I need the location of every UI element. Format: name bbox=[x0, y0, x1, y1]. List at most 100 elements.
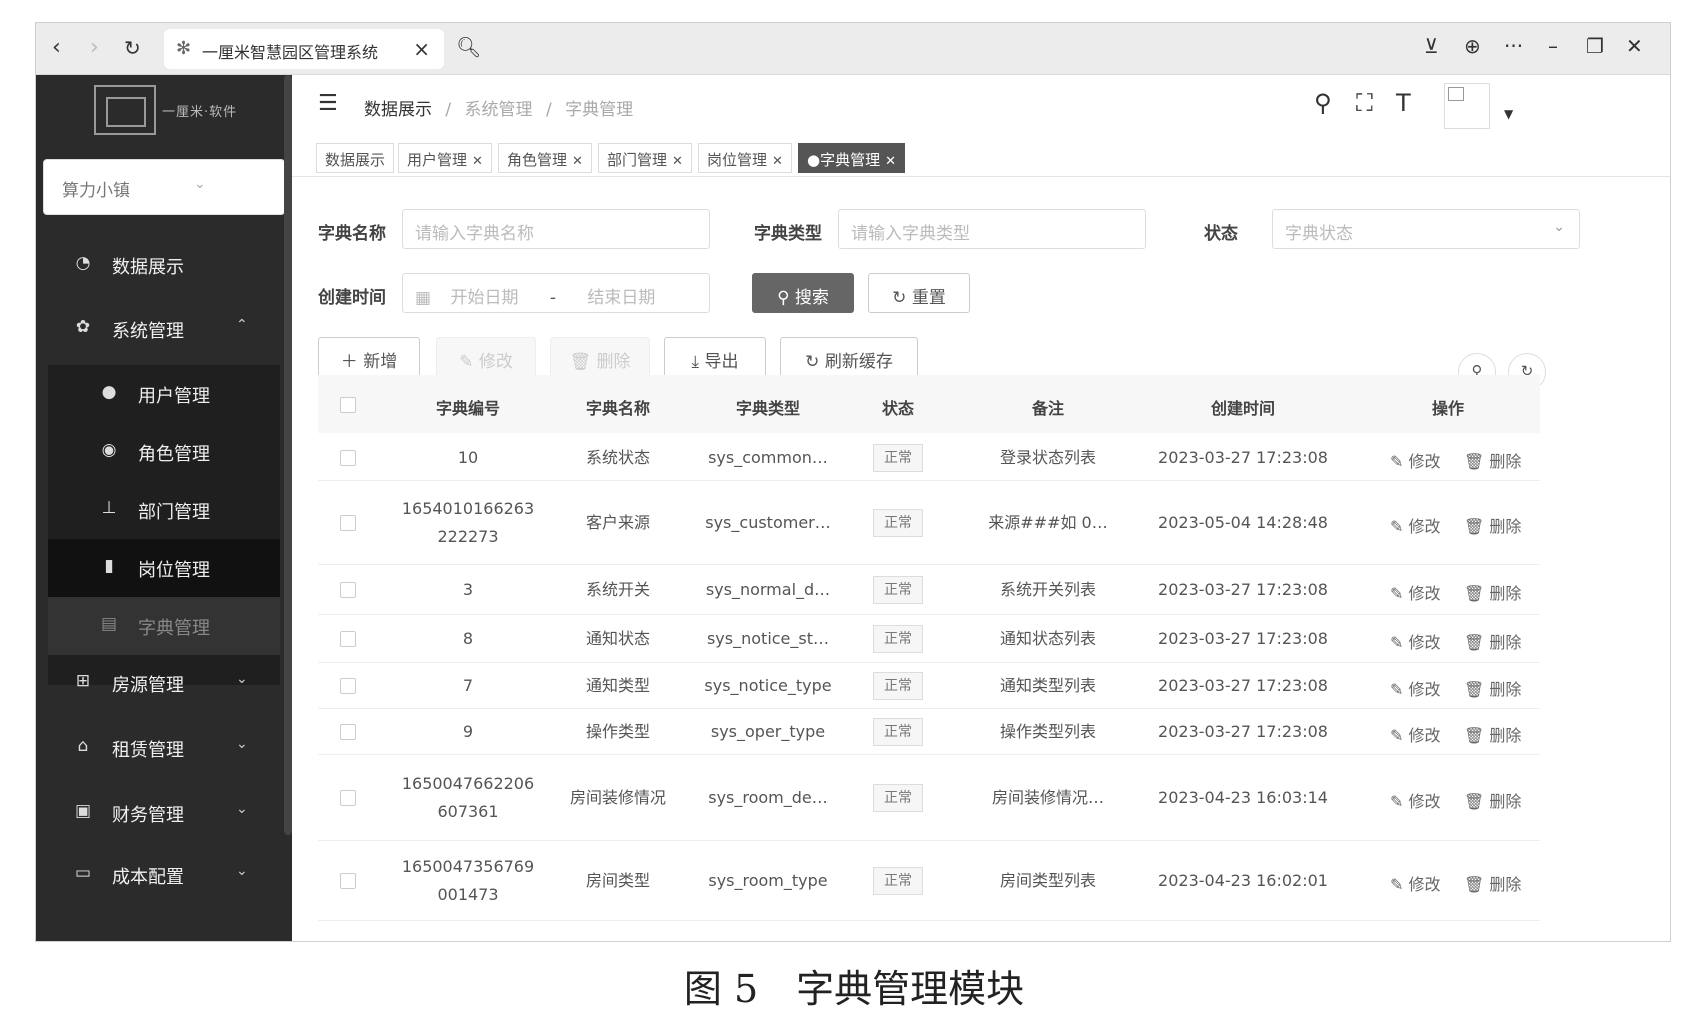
reset-button[interactable]: ↻ 重置 bbox=[868, 273, 970, 313]
globe-icon[interactable]: ⊕ bbox=[1464, 34, 1481, 58]
row-edit-button[interactable]: ✎ 修改 bbox=[1390, 676, 1441, 700]
sidebar-item-system[interactable]: ✿ 系统管理 ⌃ bbox=[36, 299, 292, 359]
reset-button-label: 重置 bbox=[911, 288, 946, 308]
row-edit-button[interactable]: ✎ 修改 bbox=[1390, 513, 1441, 537]
avatar[interactable] bbox=[1444, 83, 1490, 129]
sidebar-scrollbar[interactable] bbox=[284, 75, 292, 835]
row-delete-button[interactable]: 🗑︎ 删除 bbox=[1464, 629, 1521, 653]
row-delete-button[interactable]: 🗑︎ 删除 bbox=[1464, 676, 1521, 700]
tab-close-icon[interactable]: × bbox=[413, 37, 430, 61]
sidebar-item-dashboard[interactable]: ◔ 数据展示 bbox=[36, 235, 292, 295]
row-delete-button[interactable]: 🗑︎ 删除 bbox=[1464, 513, 1521, 537]
row-delete-button[interactable]: 🗑︎ 删除 bbox=[1464, 448, 1521, 472]
status-badge: 正常 bbox=[873, 509, 923, 537]
close-window-icon[interactable]: ✕ bbox=[1626, 34, 1643, 58]
add-button[interactable]: ＋ 新增 bbox=[318, 337, 420, 377]
delete-button[interactable]: 🗑︎ 删除 bbox=[550, 337, 650, 377]
row-edit-button[interactable]: ✎ 修改 bbox=[1390, 629, 1441, 653]
row-checkbox[interactable] bbox=[340, 873, 356, 889]
column-header: 备注 bbox=[1031, 399, 1064, 418]
close-icon[interactable]: ✕ bbox=[885, 154, 896, 169]
row-checkbox[interactable] bbox=[340, 790, 356, 806]
dict-name-input[interactable]: 请输入字典名称 bbox=[402, 209, 710, 249]
tag-posts[interactable]: 岗位管理 ✕ bbox=[698, 143, 792, 173]
sidebar-item-roles[interactable]: ◉ 角色管理 bbox=[48, 423, 280, 481]
date-range-picker[interactable]: ▦ 开始日期 - 结束日期 bbox=[402, 273, 710, 313]
sidebar-item-finance[interactable]: ▣ 财务管理 ⌄ bbox=[36, 783, 292, 843]
edit-icon: ✎ bbox=[1390, 792, 1409, 811]
search-icon[interactable]: ⚲ bbox=[1314, 89, 1332, 117]
tab-title: 一厘米智慧园区管理系统 bbox=[202, 43, 379, 62]
caret-down-icon[interactable]: ▼ bbox=[1504, 107, 1513, 121]
more-icon[interactable]: ··· bbox=[1504, 34, 1523, 58]
row-checkbox[interactable] bbox=[340, 724, 356, 740]
dict-type-label: 字典类型 bbox=[754, 224, 822, 244]
row-checkbox[interactable] bbox=[340, 582, 356, 598]
row-delete-button[interactable]: 🗑︎ 删除 bbox=[1464, 722, 1521, 746]
forward-icon[interactable]: › bbox=[90, 35, 99, 61]
row-delete-label: 删除 bbox=[1489, 584, 1522, 603]
tag-departments[interactable]: 部门管理 ✕ bbox=[598, 143, 692, 173]
cell-time: 2023-03-27 17:23:08 bbox=[1158, 629, 1328, 648]
font-size-icon[interactable]: T bbox=[1396, 89, 1411, 117]
close-icon[interactable]: ✕ bbox=[672, 154, 683, 169]
tag-users[interactable]: 用户管理 ✕ bbox=[398, 143, 492, 173]
site-logo-icon: ✻ bbox=[176, 38, 192, 59]
back-icon[interactable]: ‹ bbox=[52, 35, 61, 61]
breadcrumb-item[interactable]: 数据展示 bbox=[364, 100, 432, 120]
row-checkbox[interactable] bbox=[340, 450, 356, 466]
fullscreen-icon[interactable]: ⛶ bbox=[1356, 89, 1373, 117]
town-selector-value: 算力小镇 bbox=[62, 181, 130, 201]
menu-toggle-icon[interactable]: ☰ bbox=[318, 91, 338, 116]
reload-icon[interactable]: ↻ bbox=[124, 35, 141, 61]
minimize-icon[interactable]: – bbox=[1548, 34, 1558, 58]
sidebar-item-posts[interactable]: ▮ 岗位管理 bbox=[48, 539, 280, 597]
column-header: 字典编号 bbox=[435, 399, 500, 418]
tag-roles[interactable]: 角色管理 ✕ bbox=[498, 143, 592, 173]
browser-tab[interactable]: ✻ 一厘米智慧园区管理系统 × bbox=[164, 29, 444, 69]
dict-type-input[interactable]: 请输入字典类型 bbox=[838, 209, 1146, 249]
close-icon[interactable]: ✕ bbox=[572, 154, 583, 169]
cell-remark: 操作类型列表 bbox=[999, 722, 1096, 741]
row-edit-button[interactable]: ✎ 修改 bbox=[1390, 448, 1441, 472]
search-icon[interactable]: 🔍︎ bbox=[456, 35, 481, 59]
close-icon[interactable]: ✕ bbox=[772, 154, 783, 169]
refresh-cache-button[interactable]: ↻ 刷新缓存 bbox=[780, 337, 918, 377]
row-edit-button[interactable]: ✎ 修改 bbox=[1390, 871, 1441, 895]
row-delete-label: 删除 bbox=[1489, 792, 1522, 811]
sidebar-item-housing[interactable]: ⊞ 房源管理 ⌄ bbox=[36, 653, 292, 713]
row-delete-button[interactable]: 🗑︎ 删除 bbox=[1464, 580, 1521, 604]
row-edit-button[interactable]: ✎ 修改 bbox=[1390, 580, 1441, 604]
sidebar-item-leasing[interactable]: ⌂ 租赁管理 ⌄ bbox=[36, 718, 292, 778]
row-checkbox[interactable] bbox=[340, 631, 356, 647]
search-button[interactable]: ⚲ 搜索 bbox=[752, 273, 854, 313]
close-icon[interactable]: ✕ bbox=[472, 154, 483, 169]
row-checkbox[interactable] bbox=[340, 515, 356, 531]
sidebar-item-departments[interactable]: ⊥ 部门管理 bbox=[48, 481, 280, 539]
sidebar-item-users[interactable]: ● 用户管理 bbox=[48, 365, 280, 423]
tag-dictionary[interactable]: ●字典管理 ✕ bbox=[798, 143, 905, 173]
town-selector[interactable]: 算力小镇 ⌄ bbox=[43, 159, 285, 215]
table-header: 字典编号 字典名称 字典类型 状态 备注 创建时间 操作 bbox=[318, 375, 1540, 433]
tag-dashboard[interactable]: 数据展示 bbox=[316, 143, 395, 173]
export-button[interactable]: ⤓ 导出 bbox=[664, 337, 766, 377]
edit-button[interactable]: ✎ 修改 bbox=[436, 337, 536, 377]
select-all-checkbox[interactable] bbox=[340, 397, 356, 413]
sidebar-item-label: 角色管理 bbox=[138, 444, 210, 465]
cell-name: 客户来源 bbox=[585, 513, 650, 532]
row-edit-button[interactable]: ✎ 修改 bbox=[1390, 788, 1441, 812]
breadcrumb-separator: / bbox=[545, 100, 552, 120]
edit-icon: ✎ bbox=[1390, 584, 1409, 603]
status-select[interactable]: 字典状态 ⌄ bbox=[1272, 209, 1580, 249]
row-delete-button[interactable]: 🗑︎ 删除 bbox=[1464, 871, 1521, 895]
row-checkbox[interactable] bbox=[340, 678, 356, 694]
row-delete-button[interactable]: 🗑︎ 删除 bbox=[1464, 788, 1521, 812]
sidebar-item-dictionary[interactable]: ▤ 字典管理 bbox=[48, 597, 280, 655]
row-edit-button[interactable]: ✎ 修改 bbox=[1390, 722, 1441, 746]
trash-icon: 🗑︎ bbox=[1464, 792, 1490, 811]
status-badge: 正常 bbox=[873, 672, 923, 700]
top-navbar: ☰ 数据展示 / 系统管理 / 字典管理 ⚲ ⛶ T ▼ bbox=[292, 75, 1670, 135]
download-icon[interactable]: ⊻ bbox=[1424, 34, 1439, 58]
sidebar-item-cost[interactable]: ▭ 成本配置 ⌄ bbox=[36, 845, 292, 905]
restore-icon[interactable]: ❐ bbox=[1586, 34, 1604, 58]
